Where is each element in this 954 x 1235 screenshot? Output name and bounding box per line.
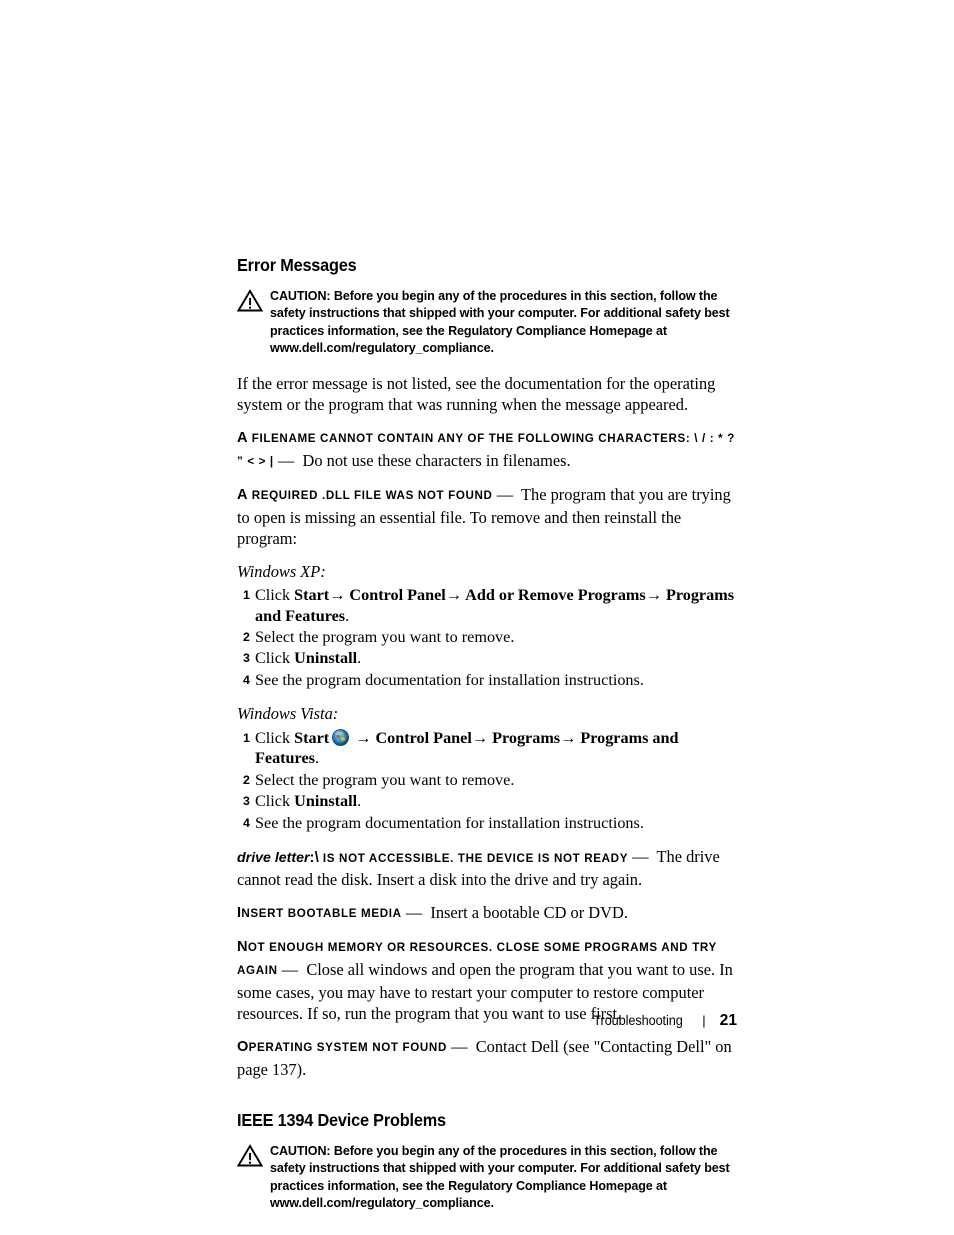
error-message-entry: drive letter:\ is not accessible. The de… (237, 846, 737, 891)
list-item: 3 Click Uninstall. (237, 648, 737, 668)
error-label-leading-cap: N (237, 939, 248, 956)
step-text: Click Start → Control Panel→ Programs→ P… (255, 729, 679, 767)
caution-block-error-messages: CAUTION: Before you begin any of the pro… (236, 287, 737, 357)
os-label-windows-vista: Windows Vista: (237, 704, 339, 724)
step-text: See the program documentation for instal… (255, 813, 644, 832)
step-text: Click Uninstall. (255, 649, 361, 667)
caution-label: CAUTION: (270, 288, 331, 303)
error-message-body: Do not use these characters in filenames… (302, 450, 571, 470)
steps-list-windows-xp: 1 Click Start→ Control Panel→ Add or Remo… (237, 585, 737, 690)
arrow-icon: → (351, 728, 372, 747)
step-text-part: . (314, 749, 319, 768)
ui-path-add-remove-programs: Add or Remove Programs (461, 586, 646, 605)
intro-paragraph: If the error message is not listed, see … (237, 373, 716, 415)
step-text: See the program documentation for instal… (255, 670, 644, 689)
caution-label: CAUTION: (270, 1143, 331, 1159)
em-dash: — (632, 846, 649, 866)
step-text-part: . (345, 606, 350, 625)
warning-triangle-icon (236, 289, 264, 312)
step-number: 1 (243, 730, 250, 745)
page-title-ieee-1394: IEEE 1394 Device Problems (237, 1110, 446, 1131)
error-message-label: Insert bootable media (237, 905, 402, 921)
ui-path-programs: Programs (488, 728, 561, 747)
step-text-part: Click (255, 649, 295, 668)
list-item: 1 Click Start → Control Panel→ Programs→ … (237, 728, 737, 769)
error-message-label: :\ is not accessible. The device is not … (309, 849, 629, 866)
caution-text: CAUTION: Before you begin any of the pro… (270, 287, 736, 357)
error-message-label: Operating system not found (237, 1039, 447, 1056)
error-message-entry: A filename cannot contain any of the fol… (237, 427, 737, 473)
step-text: Click Uninstall. (255, 792, 361, 810)
em-dash: — (277, 450, 295, 470)
em-dash: — (496, 484, 514, 504)
list-item: 3 Click Uninstall. (237, 791, 737, 811)
page-footer: Troubleshooting | 21 (237, 1012, 737, 1036)
list-item: 2 Select the program you want to remove. (237, 770, 737, 790)
arrow-icon: → (329, 586, 346, 605)
step-text-part: Click (255, 792, 295, 811)
error-message-entry: Operating system not found — Contact Del… (237, 1036, 737, 1080)
list-item: 2 Select the program you want to remove. (237, 627, 737, 647)
em-dash: — (451, 1036, 468, 1056)
ui-path-uninstall: Uninstall (294, 649, 358, 668)
step-number: 4 (243, 815, 250, 830)
error-message-label: A required .DLL file was not found (237, 487, 493, 504)
step-text-part: Click (255, 728, 295, 747)
error-label-leading-cap: A (237, 430, 248, 447)
ui-path-start: Start (294, 586, 330, 605)
em-dash: — (281, 959, 299, 979)
error-label-leading-cap: O (237, 1039, 249, 1056)
error-message-body: Insert a bootable CD or DVD. (430, 902, 628, 922)
em-dash: — (405, 902, 423, 922)
error-label-leading-cap: :\ (309, 849, 320, 866)
arrow-icon: → (645, 586, 662, 605)
ui-path-start: Start (294, 728, 330, 747)
footer-page-number: 21 (719, 1012, 737, 1029)
error-label-rest: is not accessible. The device is not rea… (319, 851, 629, 865)
arrow-icon: → (560, 728, 577, 747)
step-number: 2 (243, 772, 250, 787)
caution-text: CAUTION: Before you begin any of the pro… (270, 1142, 736, 1212)
error-message-entry: A required .DLL file was not found — The… (237, 484, 737, 550)
os-label-windows-xp: Windows XP: (237, 561, 326, 581)
caution-body: Before you begin any of the procedures i… (270, 288, 730, 356)
error-label-leading-cap: A (237, 487, 248, 504)
page-title-error-messages: Error Messages (237, 255, 357, 275)
ui-path-uninstall: Uninstall (294, 792, 358, 811)
error-label-rest: perating system not found (248, 1041, 447, 1055)
error-label-rest: nsert bootable media (241, 907, 402, 921)
footer-chapter-label: Troubleshooting (593, 1013, 683, 1028)
list-item: 4 See the program documentation for insta… (237, 813, 737, 833)
footer-inner: Troubleshooting | 21 (591, 1012, 737, 1030)
step-number: 1 (243, 588, 250, 603)
step-text-part: Click (255, 586, 295, 605)
ui-path-control-panel: Control Panel (345, 586, 446, 605)
step-number: 2 (243, 630, 250, 645)
arrow-icon: → (445, 586, 462, 605)
step-number: 3 (243, 794, 250, 809)
caution-block-ieee-1394: CAUTION: Before you begin any of the pro… (236, 1142, 737, 1212)
list-item: 4 See the program documentation for insta… (237, 670, 737, 690)
step-number: 3 (243, 651, 250, 666)
error-label-rest: required .DLL file was not found (247, 489, 493, 503)
arrow-icon: → (471, 728, 489, 747)
windows-vista-start-orb-icon (332, 728, 350, 746)
steps-list-windows-vista: 1 Click Start → Control Panel→ Programs→ … (237, 728, 737, 833)
warning-triangle-icon (236, 1144, 264, 1167)
step-text-part: . (357, 792, 362, 811)
step-text-part: . (357, 649, 362, 668)
caution-body: Before you begin any of the procedures i… (270, 1143, 730, 1211)
document-page: Error Messages CAUTION: Before you begin… (0, 0, 954, 1235)
error-label-variable: drive letter (237, 849, 310, 866)
step-text: Select the program you want to remove. (255, 770, 515, 789)
page-content: Error Messages CAUTION: Before you begin… (236, 255, 737, 1228)
list-item: 1 Click Start→ Control Panel→ Add or Remo… (237, 585, 737, 626)
step-number: 4 (243, 672, 250, 687)
error-message-entry: Insert bootable media — Insert a bootabl… (237, 902, 737, 925)
step-text: Click Start→ Control Panel→ Add or Remov… (255, 586, 734, 624)
footer-separator: | (702, 1013, 706, 1028)
step-text: Select the program you want to remove. (255, 628, 515, 647)
ui-path-control-panel: Control Panel (371, 728, 472, 747)
